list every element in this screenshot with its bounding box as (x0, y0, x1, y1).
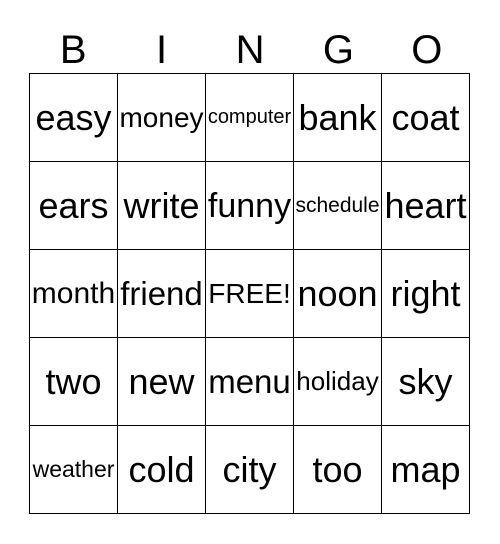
cell-word: money (119, 101, 204, 133)
bingo-cell[interactable]: bank (293, 73, 382, 162)
cell-word: bank (298, 96, 377, 138)
cell-word: sky (398, 360, 453, 402)
bingo-cell[interactable]: computer (205, 73, 294, 162)
cell-word: month (31, 276, 116, 310)
header-letter-n: N (235, 28, 265, 72)
bingo-cell[interactable]: menu (205, 337, 294, 426)
bingo-header: B I N G O (29, 28, 471, 72)
bingo-cell[interactable]: right (381, 249, 470, 338)
bingo-cell[interactable]: sky (381, 337, 470, 426)
bingo-cell[interactable]: month (29, 249, 118, 338)
bingo-cell[interactable]: coat (381, 73, 470, 162)
bingo-cell[interactable]: holiday (293, 337, 382, 426)
grid-row: ears write funny schedule heart (29, 161, 470, 250)
header-letter-o: O (411, 28, 443, 72)
cell-word: city (222, 448, 277, 490)
cell-word: cold (128, 448, 195, 490)
bingo-grid: easy money computer bank coat ears write funny s… (29, 73, 470, 514)
cell-word: heart (384, 184, 467, 226)
cell-word: friend (120, 275, 203, 312)
cell-word: noon (297, 272, 378, 314)
cell-word: computer (207, 106, 292, 128)
cell-word: funny (207, 186, 292, 225)
header-letter-i: I (156, 28, 168, 72)
bingo-cell[interactable]: FREE! (205, 249, 294, 338)
cell-word: write (123, 184, 200, 226)
bingo-cell[interactable]: new (117, 337, 206, 426)
bingo-cell[interactable]: write (117, 161, 206, 250)
cell-word: right (390, 272, 461, 314)
bingo-cell[interactable]: city (205, 425, 294, 514)
cell-word: holiday (296, 366, 379, 396)
cell-word: menu (208, 363, 291, 400)
cell-word: map (390, 448, 461, 490)
bingo-cell[interactable]: heart (381, 161, 470, 250)
cell-word: FREE! (208, 277, 291, 309)
cell-word: ears (38, 184, 109, 226)
cell-word: weather (32, 455, 115, 482)
cell-word: new (128, 360, 195, 402)
cell-word: easy (35, 96, 112, 138)
bingo-cell[interactable]: money (117, 73, 206, 162)
grid-row: month friend FREE! noon right (29, 249, 470, 338)
bingo-cell[interactable]: too (293, 425, 382, 514)
bingo-cell[interactable]: two (29, 337, 118, 426)
bingo-cell[interactable]: map (381, 425, 470, 514)
cell-word: schedule (295, 193, 380, 217)
grid-row: two new menu holiday sky (29, 337, 470, 426)
cell-word: coat (391, 96, 460, 138)
bingo-cell[interactable]: schedule (293, 161, 382, 250)
cell-word: too (312, 448, 363, 490)
header-letter-g: G (322, 28, 354, 72)
bingo-cell[interactable]: noon (293, 249, 382, 338)
bingo-cell[interactable]: cold (117, 425, 206, 514)
bingo-cell[interactable]: ears (29, 161, 118, 250)
bingo-cell[interactable]: funny (205, 161, 294, 250)
header-letter-b: B (59, 28, 87, 72)
bingo-cell[interactable]: friend (117, 249, 206, 338)
grid-row: weather cold city too map (29, 425, 470, 514)
bingo-cell[interactable]: weather (29, 425, 118, 514)
cell-word: two (45, 360, 102, 402)
grid-row: easy money computer bank coat (29, 73, 470, 162)
bingo-cell[interactable]: easy (29, 73, 118, 162)
